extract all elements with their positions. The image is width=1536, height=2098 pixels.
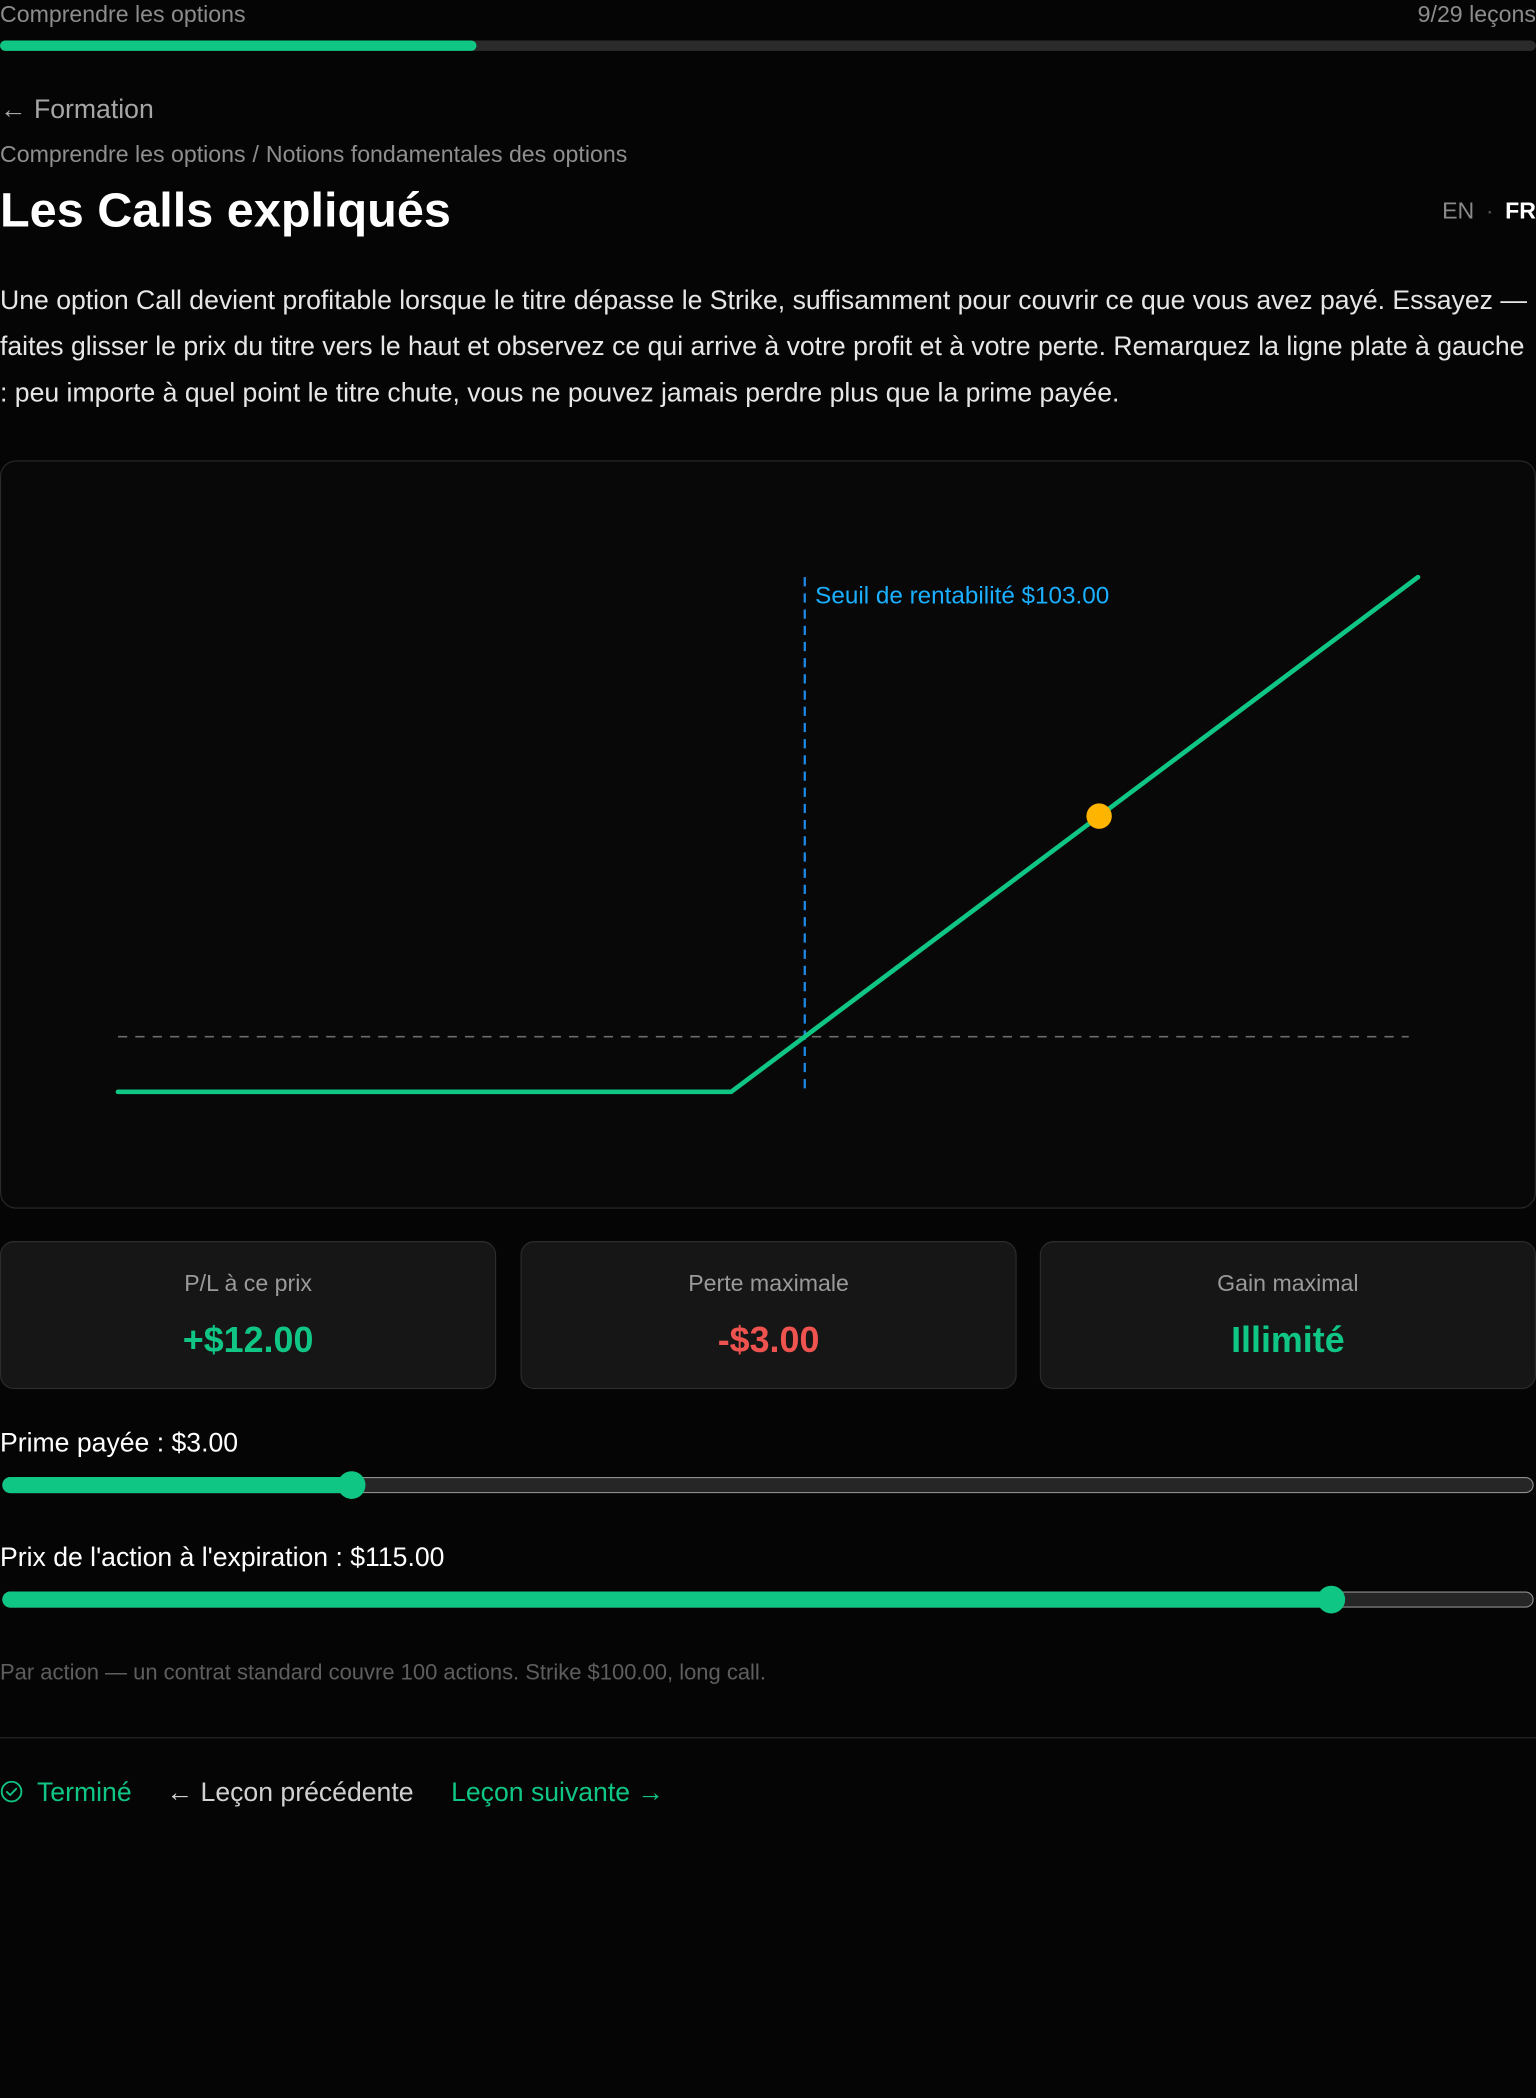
footnote: Par action — un contrat standard couvre … <box>0 1660 766 1686</box>
course-title: Comprendre les options <box>0 2 246 28</box>
price-slider-thumb[interactable] <box>1317 1585 1346 1614</box>
mark-done-label: Terminé <box>37 1776 132 1807</box>
lesson-page: Comprendre les options 9/29 leçons ← For… <box>0 0 1536 1814</box>
course-progress-fill <box>0 40 477 51</box>
breadcrumb: Comprendre les options / Notions fondament… <box>0 140 627 170</box>
language-separator: · <box>1485 198 1494 225</box>
max-loss-value: -$3.00 <box>717 1319 820 1361</box>
breadcrumb-separator: / <box>252 142 259 168</box>
pl-at-price-card: P/L à ce prix +$12.00 <box>0 1241 497 1390</box>
next-lesson-button[interactable]: Leçon suivante → <box>451 1774 664 1809</box>
lesson-intro-text: Une option Call devient profitable lorsq… <box>0 284 1527 408</box>
premium-slider-fill <box>2 1476 352 1494</box>
price-slider[interactable] <box>2 1585 1534 1614</box>
payoff-line <box>115 574 1421 1095</box>
breadcrumb-course[interactable]: Comprendre les options <box>0 142 246 167</box>
premium-slider[interactable] <box>2 1471 1534 1499</box>
back-to-training-link[interactable]: ← Formation <box>0 91 154 126</box>
pl-at-price-label: P/L à ce prix <box>184 1271 312 1297</box>
payoff-chart-card: Seuil de rentabilité $103.00 <box>0 460 1536 1209</box>
footer-divider <box>0 1737 1536 1739</box>
check-circle-icon <box>0 1780 23 1803</box>
language-en-button[interactable]: EN <box>1442 199 1474 224</box>
max-gain-label: Gain maximal <box>1217 1271 1359 1297</box>
max-loss-label: Perte maximale <box>688 1271 849 1297</box>
price-slider-label: Prix de l'action à l'expiration : $115.0… <box>0 1541 445 1572</box>
current-price-marker <box>1086 803 1112 829</box>
breadcrumb-module[interactable]: Notions fondamentales des options <box>266 142 627 167</box>
max-gain-card: Gain maximal Illimité <box>1039 1241 1536 1390</box>
max-loss-card: Perte maximale -$3.00 <box>520 1241 1017 1390</box>
lesson-progress-count: 9/29 leçons <box>1417 2 1536 28</box>
max-gain-value: Illimité <box>1231 1319 1345 1361</box>
pl-at-price-value: +$12.00 <box>182 1319 314 1361</box>
breakeven-label: Seuil de rentabilité $103.00 <box>815 583 1109 610</box>
payoff-chart: Seuil de rentabilité $103.00 <box>115 574 1421 1095</box>
page-title: Les Calls expliqués <box>0 182 451 238</box>
language-fr-button[interactable]: FR <box>1505 199 1536 224</box>
premium-slider-thumb[interactable] <box>337 1471 366 1499</box>
premium-slider-label: Prime payée : $3.00 <box>0 1427 239 1458</box>
price-slider-fill <box>2 1591 1332 1608</box>
previous-lesson-button[interactable]: ← Leçon précédente <box>167 1774 414 1809</box>
mark-done-button[interactable]: Terminé <box>0 1774 132 1809</box>
course-progress-bar <box>0 40 1536 51</box>
language-switch: EN · FR <box>1442 197 1536 227</box>
